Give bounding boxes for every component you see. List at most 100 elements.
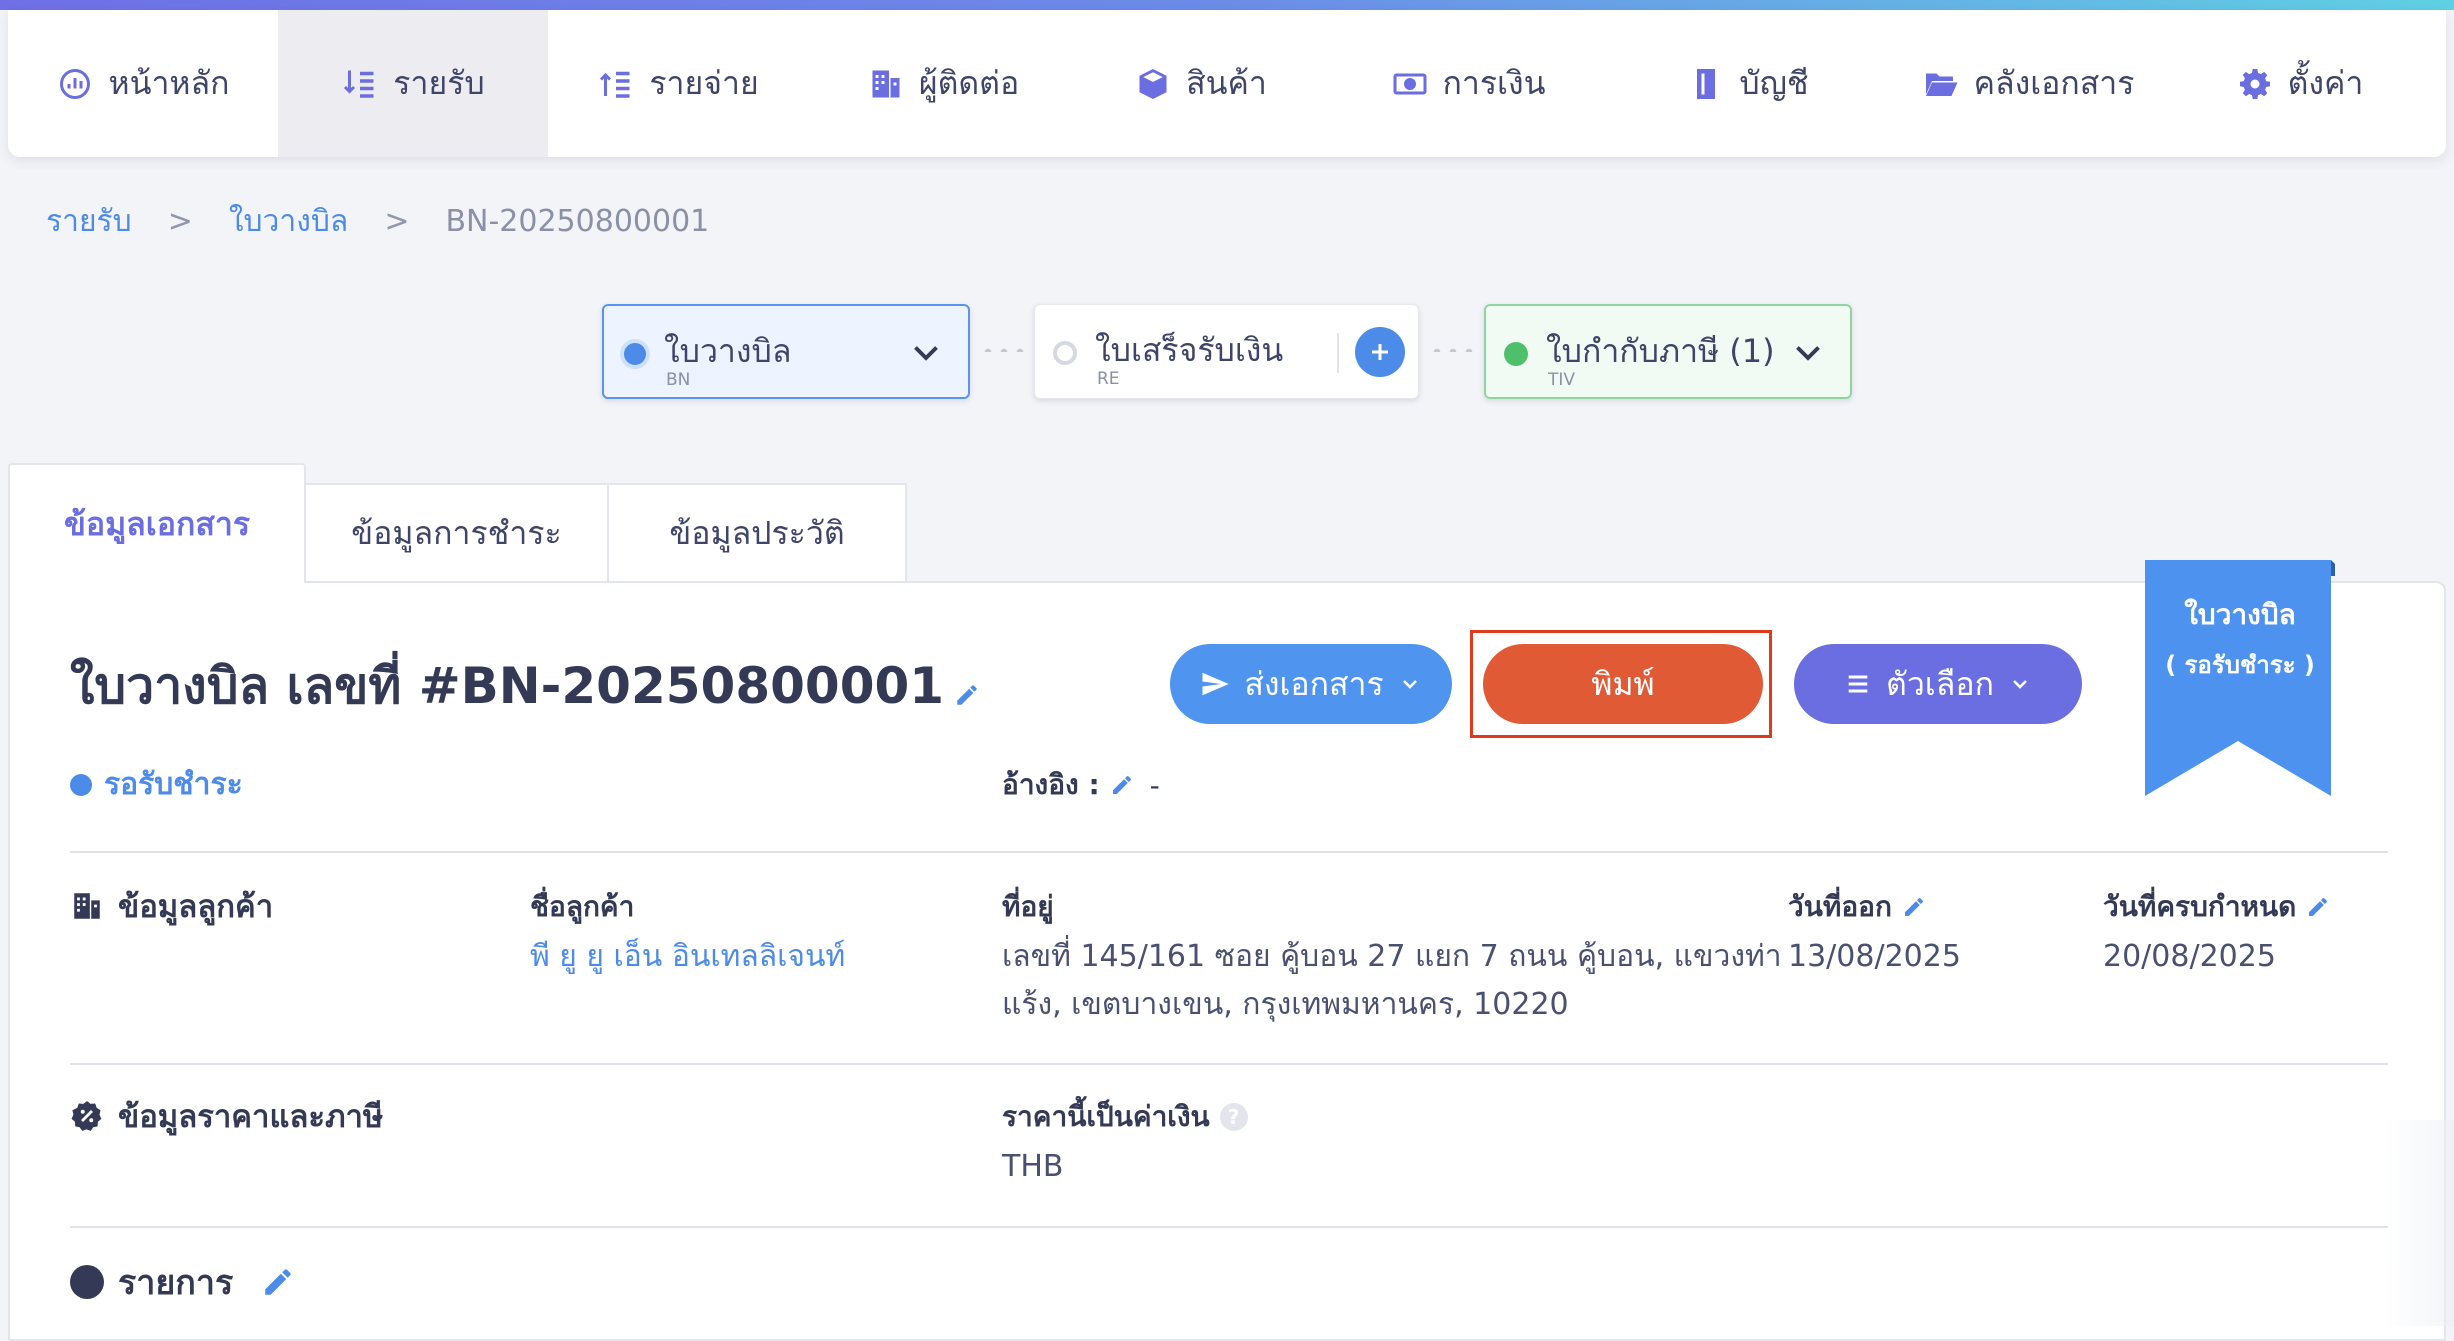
nav-item-income[interactable]: รายรับ [278,10,548,157]
address-label: ที่อยู่ [1002,885,1054,929]
tab-document-info[interactable]: ข้อมูลเอกสาร [8,463,306,583]
main-nav: หน้าหลัก รายรับ รายจ่าย ผู้ติดต่อ สินค้า… [8,10,2446,157]
send-document-label: ส่งเอกสาร [1244,664,1384,703]
nav-item-documents[interactable]: คลังเอกสาร [1883,10,2173,157]
help-icon[interactable]: ? [1219,1103,1248,1131]
pencil-icon[interactable] [261,1265,295,1299]
gear-icon [2236,65,2274,103]
currency-value: THB [1002,1149,1064,1184]
tab-payment-info[interactable]: ข้อมูลการชำระ [304,483,609,583]
nav-item-contacts[interactable]: ผู้ติดต่อ [808,10,1078,157]
pricing-section-label: ข้อมูลราคาและภาษี [118,1099,384,1135]
page-title-text: ใบวางบิล เลขที่ #BN-20250800001 [70,657,945,715]
folder-open-icon [1922,65,1960,103]
step-label: ใบกำกับภาษี (1) [1546,332,1775,370]
product-box-icon [1134,65,1172,103]
chevron-down-icon[interactable] [1790,334,1826,370]
plus-icon [1372,344,1388,360]
breadcrumb-separator: > [384,204,410,239]
nav-item-accounting[interactable]: บัญชี [1613,10,1883,157]
step-status-dot [620,339,650,369]
customer-name-link[interactable]: พี ยู ยู เอ็น อินเทลลิเจนท์ [530,933,845,981]
nav-item-home[interactable]: หน้าหลัก [8,10,278,157]
options-button[interactable]: ตัวเลือก [1794,644,2082,724]
nav-item-label: รายจ่าย [649,64,759,102]
address-label-text: ที่อยู่ [1002,890,1054,923]
money-icon [1391,65,1429,103]
paper-plane-icon [1202,672,1230,696]
due-date-value: 20/08/2025 [2103,939,2276,974]
breadcrumb-income[interactable]: รายรับ [46,198,132,245]
nav-item-label: สินค้า [1186,64,1267,102]
step-connector [1429,348,1477,352]
nav-item-label: หน้าหลัก [108,64,230,102]
reference-field: อ้างอิง : - [1002,763,1160,807]
breadcrumb-current: BN-20250800001 [445,204,710,239]
print-button[interactable]: พิมพ์ [1483,644,1763,724]
step-divider [1337,333,1339,373]
status-dot [70,773,92,796]
page-title: ใบวางบิล เลขที่ #BN-20250800001 [70,647,980,726]
nav-item-label: คลังเอกสาร [1973,64,2135,102]
contacts-building-icon [867,65,905,103]
reference-value: - [1149,768,1160,802]
pencil-icon[interactable] [954,682,980,708]
nav-item-expense[interactable]: รายจ่าย [548,10,808,157]
step-status-dot [1504,342,1528,366]
customer-section-title: ข้อมูลลูกค้า [70,881,273,931]
divider [70,1226,2388,1228]
nav-item-label: การเงิน [1442,64,1546,102]
step-code: RE [1097,369,1120,389]
items-section-label: รายการ [118,1263,234,1303]
address-line-2: แร้ง, เขตบางเขน, กรุงเทพมหานคร, 10220 [1002,987,1569,1022]
nav-item-label: บัญชี [1739,64,1809,102]
add-receipt-button[interactable] [1355,327,1405,377]
customer-name-label: ชื่อลูกค้า [530,885,634,929]
step-connector [980,348,1028,352]
workflow-step-tax-invoice[interactable]: ใบกำกับภาษี (1) TIV [1484,304,1852,399]
nav-item-settings[interactable]: ตั้งค่า [2173,10,2426,157]
customer-section-label: ข้อมูลลูกค้า [118,889,274,925]
nav-item-finance[interactable]: การเงิน [1323,10,1613,157]
breadcrumb: รายรับ > ใบวางบิล > BN-20250800001 [46,198,709,245]
chevron-down-icon[interactable] [908,334,944,370]
items-section-title: รายการ [70,1255,295,1309]
pencil-icon[interactable] [1902,895,1926,919]
status-text: รอรับชำระ [104,767,243,802]
income-icon [341,65,379,103]
nav-item-label: ตั้งค่า [2287,64,2364,102]
pencil-icon[interactable] [1110,773,1134,797]
divider [70,1063,2388,1065]
account-book-icon [1687,65,1725,103]
tab-history-info[interactable]: ข้อมูลประวัติ [607,483,907,583]
currency-label: ราคานี้เป็นค่าเงิน ? [1002,1095,1248,1139]
issue-date-value: 13/08/2025 [1788,939,1961,974]
contacts-building-icon [74,893,100,919]
step-status-dot [1053,341,1077,365]
dashboard-gauge-icon [56,65,94,103]
reference-label: อ้างอิง : [1002,768,1100,801]
address-line-1: เลขที่ 145/161 ซอย คู้บอน 27 แยก 7 ถนน ค… [1002,939,1782,974]
send-document-button[interactable]: ส่งเอกสาร [1170,644,1452,724]
options-label: ตัวเลือก [1886,664,1994,703]
due-date-label-text: วันที่ครบกำหนด [2103,890,2297,923]
step-code: BN [666,370,691,390]
nav-item-label: รายรับ [393,64,485,102]
workflow-step-billing-note[interactable]: ใบวางบิล BN [602,304,970,399]
nav-item-products[interactable]: สินค้า [1078,10,1323,157]
document-card: ใบวางบิล เลขที่ #BN-20250800001 ส่งเอกสา… [8,560,2446,1341]
percent-badge-icon [71,1101,102,1131]
step-label: ใบเสร็จรับเงิน [1095,331,1284,369]
menu-lines-icon [1848,675,1868,693]
print-label: พิมพ์ [1591,664,1655,703]
customer-name-label-text: ชื่อลูกค้า [530,890,635,923]
status-badge: รอรับชำระ [70,761,243,808]
workflow-step-receipt[interactable]: ใบเสร็จรับเงิน RE [1034,304,1419,399]
currency-label-text: ราคานี้เป็นค่าเงิน [1002,1100,1210,1133]
due-date-label: วันที่ครบกำหนด [2103,885,2330,929]
breadcrumb-billing-note[interactable]: ใบวางบิล [229,198,348,245]
pencil-icon[interactable] [2306,895,2330,919]
divider [70,851,2388,853]
ribbon-doc-type: ใบวางบิล [2184,598,2296,631]
chevron-down-icon [1402,680,1417,689]
